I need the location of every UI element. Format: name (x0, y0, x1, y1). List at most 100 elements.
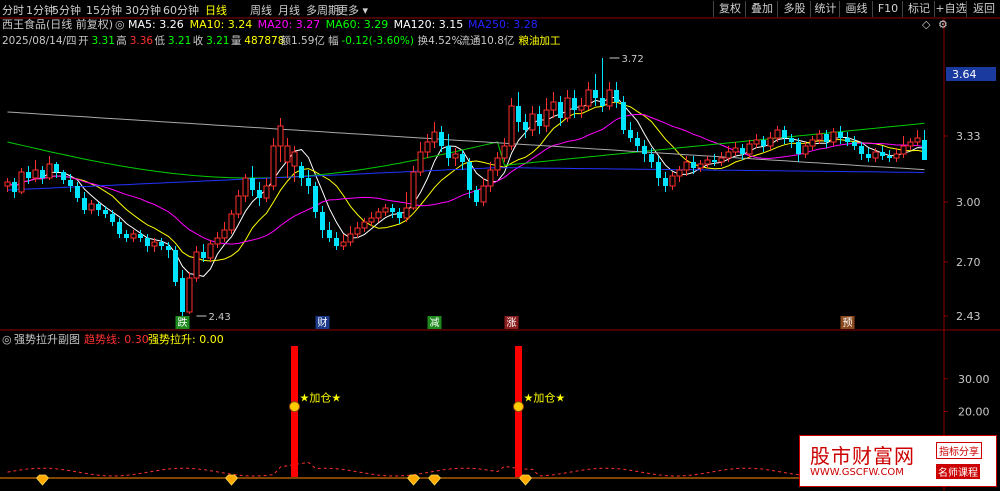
candle-body-down (334, 238, 339, 246)
candle-body-down (558, 102, 563, 118)
ma-label-3: MA60: 3.29 (326, 18, 389, 31)
settings-icon: ◎ (115, 18, 125, 31)
candle-body-down (866, 154, 871, 158)
candle-body-up (697, 163, 704, 169)
candle-body-up (242, 177, 249, 197)
candle-body-up (753, 139, 760, 145)
candle-body-down (572, 98, 577, 110)
candle-body-down (103, 210, 108, 214)
candle-body-down (523, 122, 528, 130)
candle-body-up (214, 237, 221, 245)
candle-body-up (725, 151, 732, 159)
candle-body-down (299, 166, 304, 178)
quote-6: 3.21 (168, 35, 191, 47)
candle-body-down (761, 140, 766, 146)
stock-name: 西王食品(日线 前复权) (2, 17, 113, 31)
y-tick-label-2: 2.70 (956, 256, 981, 269)
candle-body-up (340, 241, 347, 247)
candle-body-down (117, 222, 122, 234)
quote-7: 收 (193, 34, 204, 47)
quote-15: 流通10.8亿 (460, 34, 515, 47)
candle-body-up (375, 211, 382, 219)
candle-body-up (193, 251, 200, 279)
ma120-line (7, 111, 925, 171)
candle-body-up (746, 143, 753, 155)
candle-body-up (508, 105, 515, 147)
indicator-legend-0: 趋势线: 0.30 (84, 332, 149, 346)
candle-body-up (291, 151, 298, 167)
diamond-icon-1 (224, 474, 239, 486)
candle-body-up (683, 161, 690, 171)
quote-13: -0.12(-3.60%) (342, 35, 415, 47)
candle-body-down (628, 130, 633, 138)
candle-body-up (228, 213, 235, 231)
candle-body-up (207, 243, 214, 259)
candle-body-down (397, 212, 402, 218)
event-marker-3: 涨 (507, 317, 517, 329)
watermark-tag-indicator: 指标分享 (936, 442, 982, 459)
candle-body-up (900, 145, 907, 155)
candle-body-up (4, 181, 11, 187)
candle-body-down (166, 246, 171, 250)
candle-body-down (859, 146, 864, 154)
candle-body-up (277, 125, 284, 147)
candle-body-up (543, 109, 550, 127)
candle-body-up (32, 169, 39, 179)
candle-body-up (872, 151, 879, 159)
candle-body-down (691, 162, 696, 168)
candle-body-down (649, 154, 654, 162)
candle-body-down (180, 278, 185, 312)
candle-body-down (320, 212, 325, 230)
candle-body-down (327, 230, 332, 238)
candle-body-down (740, 148, 745, 154)
y-tick-label-1: 3.00 (956, 196, 981, 209)
candle-body-up (914, 137, 921, 143)
candle-body-down (75, 186, 80, 198)
candle-body-down (96, 204, 101, 210)
candle-body-up (809, 139, 816, 147)
candle-body-up (347, 233, 354, 243)
candle-body-down (68, 180, 73, 186)
candle-body-down (845, 138, 850, 142)
candle-body-up (669, 175, 676, 187)
candle-body-down (12, 182, 17, 192)
candle-body-down (61, 172, 66, 180)
quote-0: 2025/08/14/四 (2, 35, 77, 47)
candle-body-up (424, 141, 431, 153)
candle-body-down (159, 242, 164, 246)
quote-8: 3.21 (206, 35, 229, 47)
candle-body-down (712, 160, 717, 162)
candle-body-up (221, 229, 228, 239)
candle-body-up (550, 101, 557, 111)
candle-body-up (130, 233, 137, 239)
candle-body-down (516, 106, 521, 122)
ind-y-tick-label-0: 30.00 (958, 373, 990, 386)
current-price-label: 3.64 (952, 68, 977, 81)
candle-body-up (18, 171, 25, 193)
candle-body-down (838, 132, 843, 138)
indicator-settings-icon: ◎ (2, 333, 12, 346)
candle-body-up (46, 163, 53, 179)
candle-body-down (390, 208, 395, 212)
spike-label-0: ★加仓★ (300, 391, 342, 405)
candle-body-up (585, 89, 592, 107)
money-bag-icon (289, 401, 300, 413)
annotation-label-1: 2.43 (209, 312, 231, 323)
candle-body-down (306, 178, 311, 186)
diamond-icon-4 (518, 474, 533, 486)
candle-body-up (410, 171, 417, 209)
candle-body-up (186, 277, 193, 313)
candle-body-down (474, 190, 479, 202)
candle-body-up (606, 89, 613, 107)
candle-body-up (494, 157, 501, 171)
ma5-line (7, 96, 925, 277)
candle-body-down (887, 156, 892, 158)
candle-body-down (124, 234, 129, 238)
annotation-label-0: 3.72 (622, 54, 644, 65)
candle-body-up (802, 145, 809, 155)
candle-body-up (578, 105, 585, 111)
money-bag-icon (513, 401, 524, 413)
ma-label-4: MA120: 3.15 (394, 18, 464, 31)
y-tick-label-0: 3.33 (956, 130, 981, 143)
candle-body-up (830, 131, 837, 143)
